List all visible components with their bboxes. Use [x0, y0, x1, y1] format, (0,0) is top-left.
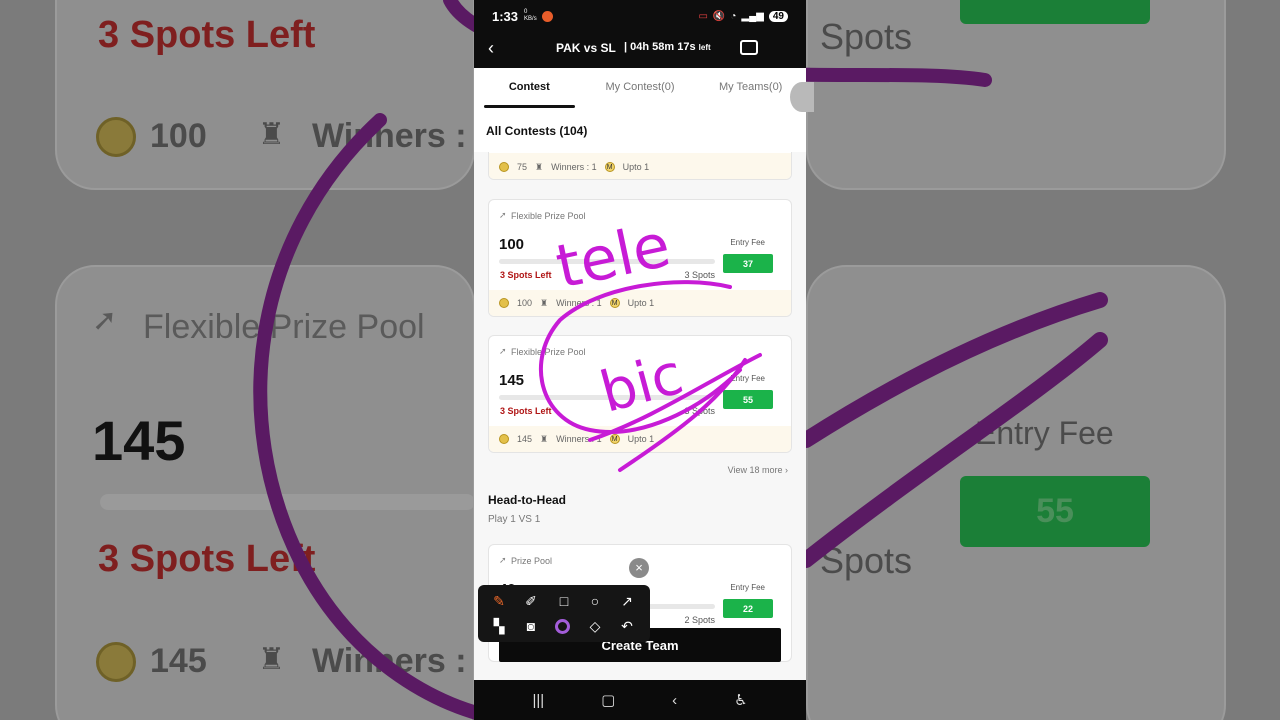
spots-left: 3 Spots Left [500, 270, 552, 280]
entry-fee-button[interactable]: 55 [723, 390, 773, 409]
pool-label: Prize Pool [511, 556, 553, 566]
contest-card[interactable]: ➚ Flexible Prize Pool 145 Entry Fee 55 3… [488, 335, 792, 453]
home-icon[interactable]: ▢ [601, 691, 615, 709]
upto-badge-icon: M [609, 434, 620, 444]
spots-progress-bar [499, 395, 715, 400]
wallet-icon[interactable] [740, 40, 758, 55]
system-nav-bar: ||| ▢ ‹ ♿ [474, 680, 806, 720]
entry-fee-label: Entry Fee [730, 583, 765, 592]
winners-icon: ♜ [540, 433, 549, 444]
pool-label: Flexible Prize Pool [511, 347, 586, 357]
back-arrow-icon[interactable]: ‹ [488, 38, 494, 59]
footer-prize: 75 [517, 162, 528, 172]
footer-prize: 145 [517, 434, 533, 444]
entry-fee-button[interactable]: 37 [723, 254, 773, 273]
prize-amount: 145 [499, 372, 525, 389]
footer-upto: Upto 1 [627, 434, 655, 444]
signal-icon: ▂▄▆ [741, 10, 764, 22]
contest-tabs: Contest My Contest(0) My Teams(0) [474, 68, 806, 110]
winners-icon: ♜ [540, 297, 549, 308]
notification-icon [542, 10, 554, 22]
battery-indicator: 49 [768, 10, 788, 22]
pin-icon: ➚ [499, 555, 507, 565]
tab-contest[interactable]: Contest [474, 68, 585, 110]
entry-fee-button[interactable]: 22 [723, 599, 773, 618]
status-time: 1:33 [492, 8, 519, 24]
match-title: PAK vs SL [556, 41, 616, 55]
coin-icon [499, 434, 509, 444]
circle-icon[interactable]: ○ [586, 592, 604, 610]
card-body: ➚ Flexible Prize Pool 145 Entry Fee 55 3… [489, 336, 791, 424]
contest-card[interactable]: ➚ Flexible Prize Pool 100 Entry Fee 37 3… [488, 199, 792, 317]
camera-icon[interactable]: ◙ [522, 617, 540, 635]
drawing-toolbar: ✎ ✐ □ ○ ↗ ▚ ◙ ◇ ↶ [478, 585, 650, 642]
arrow-icon[interactable]: ↗ [618, 592, 636, 610]
mute-icon: 🔇 [712, 10, 726, 22]
card-footer: 75 ♜ Winners : 1 M Upto 1 [489, 153, 791, 179]
color-picker-icon[interactable] [555, 619, 570, 634]
view-more-label: View 18 more [727, 465, 783, 475]
head-to-head-subtitle: Play 1 VS 1 [488, 514, 541, 525]
spots-progress-bar [499, 259, 715, 264]
pin-icon: ➚ [499, 210, 507, 220]
spots-left: 3 Spots Left [500, 406, 552, 416]
rectangle-icon[interactable]: □ [555, 592, 573, 610]
footer-prize: 100 [517, 298, 533, 308]
all-contests-heading: All Contests (104) [486, 124, 588, 138]
upto-badge-icon: M [609, 298, 620, 308]
pen-icon[interactable]: ✎ [490, 592, 508, 610]
eraser-icon[interactable]: ◇ [586, 617, 604, 635]
view-more-link[interactable]: View 18 more › [728, 465, 788, 475]
coin-icon [499, 298, 509, 308]
card-footer: 145 ♜ Winners : 1 M Upto 1 [489, 426, 791, 452]
entry-fee-label: Entry Fee [730, 238, 765, 247]
spots-total: 2 Spots [684, 615, 715, 625]
status-icons: ▭ 🔇 ◔ ▂▄▆ 49 [698, 10, 788, 22]
tab-my-contest[interactable]: My Contest(0) [585, 68, 696, 110]
highlighter-icon[interactable]: ✐ [522, 592, 540, 610]
screen-recorder-handle[interactable] [790, 82, 814, 112]
close-icon[interactable]: × [629, 558, 649, 578]
footer-winners: Winners : 1 [551, 162, 597, 172]
tab-my-teams[interactable]: My Teams(0) [695, 68, 806, 110]
net-speed: 0 KB/s [524, 9, 537, 22]
pool-label: Flexible Prize Pool [511, 211, 586, 221]
status-bar: 1:33 0 KB/s ▭ 🔇 ◔ ▂▄▆ 49 [474, 0, 806, 32]
accessibility-icon[interactable]: ♿ [734, 691, 747, 709]
blur-icon[interactable]: ▚ [490, 617, 508, 635]
footer-winners: Winners : 1 [556, 434, 602, 444]
upto-badge-icon: M [604, 162, 615, 172]
pin-icon: ➚ [499, 346, 507, 356]
wifi-icon: ◔ [730, 10, 737, 22]
recent-apps-icon[interactable]: ||| [532, 692, 544, 709]
timer-value: 04h 58m 17s [630, 41, 696, 53]
back-nav-icon[interactable]: ‹ [672, 692, 677, 709]
footer-winners: Winners : 1 [556, 298, 602, 308]
undo-icon[interactable]: ↶ [618, 617, 636, 635]
footer-upto: Upto 1 [622, 162, 650, 172]
coin-icon [499, 162, 509, 172]
card-body: ➚ Flexible Prize Pool 100 Entry Fee 37 3… [489, 200, 791, 288]
winners-icon: ♜ [535, 161, 544, 172]
contest-card-partial[interactable]: 75 ♜ Winners : 1 M Upto 1 [488, 152, 792, 180]
footer-upto: Upto 1 [627, 298, 655, 308]
entry-fee-label: Entry Fee [730, 374, 765, 383]
chevron-right-icon: › [785, 465, 788, 475]
spots-total: 3 Spots [684, 270, 715, 280]
timer-suffix: left [698, 43, 711, 52]
prize-amount: 100 [499, 236, 525, 253]
match-timer: | 04h 58m 17s left [624, 41, 711, 53]
cast-icon: ▭ [698, 10, 708, 22]
head-to-head-title: Head-to-Head [488, 493, 567, 507]
card-footer: 100 ♜ Winners : 1 M Upto 1 [489, 290, 791, 316]
app-header: ‹ PAK vs SL | 04h 58m 17s left [474, 32, 806, 68]
spots-total: 3 Spots [684, 406, 715, 416]
